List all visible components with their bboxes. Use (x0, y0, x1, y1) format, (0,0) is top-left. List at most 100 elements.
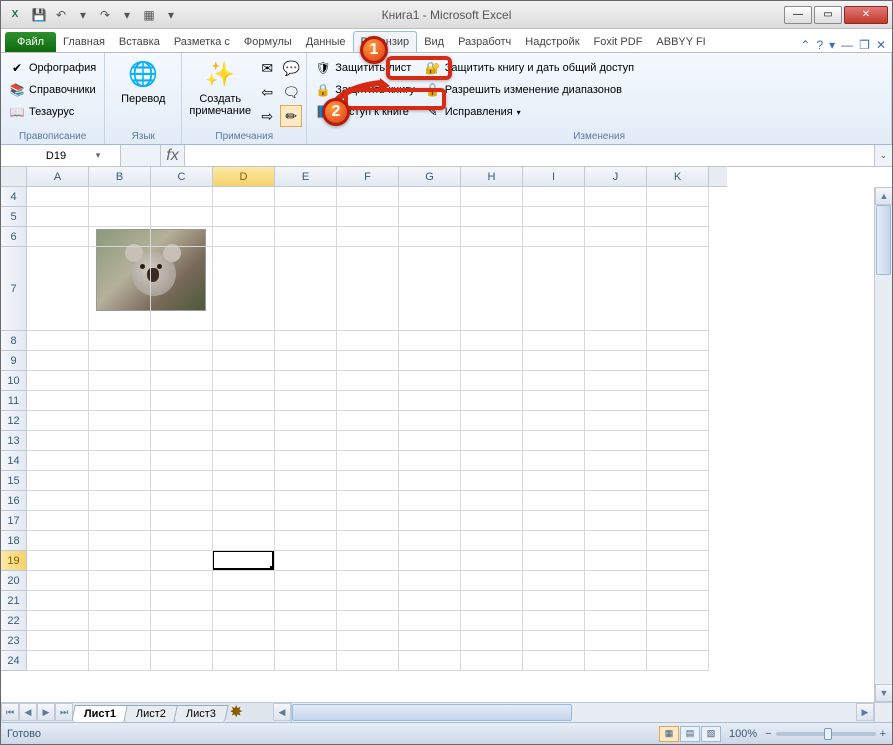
ribbon-collapse-icon[interactable]: ⌃ (800, 38, 810, 52)
sheet-next-icon[interactable]: ▶ (37, 703, 55, 721)
sheet-tab-3[interactable]: Лист3 (173, 705, 229, 722)
zoom-percent[interactable]: 100% (729, 728, 757, 740)
vertical-scrollbar[interactable]: ▲ ▼ (874, 187, 892, 702)
workbook-close-icon[interactable]: ✕ (876, 38, 886, 52)
prev-comment-icon[interactable]: ⇦ (256, 81, 278, 103)
help-icon[interactable]: ? (816, 38, 823, 52)
cells-area[interactable] (27, 187, 874, 702)
col-header-J[interactable]: J (585, 167, 647, 187)
vscroll-thumb[interactable] (876, 205, 891, 275)
row-header-6[interactable]: 6 (1, 227, 27, 247)
window-maximize-button[interactable]: ▭ (814, 6, 842, 24)
tab-file[interactable]: Файл (5, 32, 56, 52)
tab-home[interactable]: Главная (56, 32, 112, 52)
row-header-14[interactable]: 14 (1, 451, 27, 471)
new-comment-button[interactable]: ✨ Создать примечание (186, 57, 254, 119)
window-close-button[interactable]: ✕ (844, 6, 888, 24)
allow-ranges-button[interactable]: 🔓Разрешить изменение диапазонов (421, 79, 638, 101)
tab-addins[interactable]: Надстройк (518, 32, 586, 52)
qat-save-icon[interactable]: 💾 (29, 5, 49, 25)
qat-undo-icon[interactable]: ↶ (51, 5, 71, 25)
row-header-8[interactable]: 8 (1, 331, 27, 351)
row-header-23[interactable]: 23 (1, 631, 27, 651)
formula-expand-icon[interactable]: ⌄ (874, 145, 892, 166)
zoom-out-icon[interactable]: − (765, 728, 771, 740)
row-header-21[interactable]: 21 (1, 591, 27, 611)
qat-redo-icon[interactable]: ↷ (95, 5, 115, 25)
horizontal-scrollbar[interactable] (291, 703, 856, 722)
embedded-image[interactable] (96, 229, 206, 311)
row-header-22[interactable]: 22 (1, 611, 27, 631)
hscroll-thumb[interactable] (292, 704, 572, 721)
qat-undo-dd[interactable]: ▾ (73, 5, 93, 25)
name-box-dropdown-icon[interactable]: ▾ (91, 150, 105, 161)
row-header-18[interactable]: 18 (1, 531, 27, 551)
view-normal-icon[interactable]: ▦ (659, 726, 679, 742)
row-header-16[interactable]: 16 (1, 491, 27, 511)
sheet-tab-1[interactable]: Лист1 (71, 705, 129, 722)
qat-dd-icon[interactable]: ▾ (161, 5, 181, 25)
tab-developer[interactable]: Разработч (451, 32, 518, 52)
col-header-G[interactable]: G (399, 167, 461, 187)
tab-formulas[interactable]: Формулы (237, 32, 299, 52)
name-box-input[interactable] (1, 150, 91, 162)
qat-redo-dd[interactable]: ▾ (117, 5, 137, 25)
sheet-first-icon[interactable]: ⏮ (1, 703, 19, 721)
research-button[interactable]: 📚Справочники (5, 79, 100, 101)
help-dd-icon[interactable]: ▾ (829, 38, 835, 52)
sheet-last-icon[interactable]: ⏭ (55, 703, 73, 721)
hscroll-left-icon[interactable]: ◀ (273, 703, 291, 721)
scroll-down-icon[interactable]: ▼ (875, 684, 892, 702)
tab-data[interactable]: Данные (299, 32, 353, 52)
zoom-in-icon[interactable]: + (880, 728, 886, 740)
qat-customize-icon[interactable]: ▦ (139, 5, 159, 25)
row-header-20[interactable]: 20 (1, 571, 27, 591)
name-box[interactable]: ▾ (1, 145, 121, 166)
thesaurus-button[interactable]: 📖Тезаурус (5, 101, 100, 123)
hscroll-right-icon[interactable]: ▶ (856, 703, 874, 721)
tab-abbyy[interactable]: ABBYY FI (649, 32, 712, 52)
row-header-11[interactable]: 11 (1, 391, 27, 411)
col-header-C[interactable]: C (151, 167, 213, 187)
show-all-comments-icon[interactable]: 🗨 (280, 81, 302, 103)
select-all-corner[interactable] (1, 167, 27, 187)
tab-page-layout[interactable]: Разметка с (167, 32, 237, 52)
row-header-13[interactable]: 13 (1, 431, 27, 451)
sheet-tab-2[interactable]: Лист2 (123, 705, 179, 722)
row-header-5[interactable]: 5 (1, 207, 27, 227)
show-comment-icon[interactable]: 💬 (280, 57, 302, 79)
row-header-19[interactable]: 19 (1, 551, 27, 571)
row-header-7[interactable]: 7 (1, 247, 27, 331)
scroll-up-icon[interactable]: ▲ (875, 187, 892, 205)
row-header-12[interactable]: 12 (1, 411, 27, 431)
window-minimize-button[interactable]: — (784, 6, 812, 24)
zoom-slider[interactable]: − + (765, 728, 886, 740)
spelling-button[interactable]: ✔Орфография (5, 57, 100, 79)
row-header-10[interactable]: 10 (1, 371, 27, 391)
delete-comment-icon[interactable]: ✉ (256, 57, 278, 79)
sheet-prev-icon[interactable]: ◀ (19, 703, 37, 721)
row-header-24[interactable]: 24 (1, 651, 27, 671)
formula-input[interactable] (185, 145, 874, 166)
col-header-A[interactable]: A (27, 167, 89, 187)
row-header-9[interactable]: 9 (1, 351, 27, 371)
tab-insert[interactable]: Вставка (112, 32, 167, 52)
next-comment-icon[interactable]: ⇨ (256, 105, 278, 127)
tab-foxit[interactable]: Foxit PDF (587, 32, 650, 52)
col-header-I[interactable]: I (523, 167, 585, 187)
tab-view[interactable]: Вид (417, 32, 451, 52)
show-ink-icon[interactable]: ✏ (280, 105, 302, 127)
track-changes-button[interactable]: ✎Исправления ▾ (421, 101, 638, 123)
col-header-K[interactable]: K (647, 167, 709, 187)
col-header-H[interactable]: H (461, 167, 523, 187)
fx-icon[interactable]: fx (161, 145, 185, 166)
col-header-B[interactable]: B (89, 167, 151, 187)
workbook-restore-icon[interactable]: ❐ (859, 38, 870, 52)
view-page-layout-icon[interactable]: ▤ (680, 726, 700, 742)
col-header-F[interactable]: F (337, 167, 399, 187)
zoom-thumb[interactable] (824, 728, 832, 740)
row-header-17[interactable]: 17 (1, 511, 27, 531)
active-cell[interactable] (212, 550, 274, 570)
workbook-minimize-icon[interactable]: — (841, 38, 853, 52)
protect-and-share-button[interactable]: 🔐Защитить книгу и дать общий доступ (421, 57, 638, 79)
